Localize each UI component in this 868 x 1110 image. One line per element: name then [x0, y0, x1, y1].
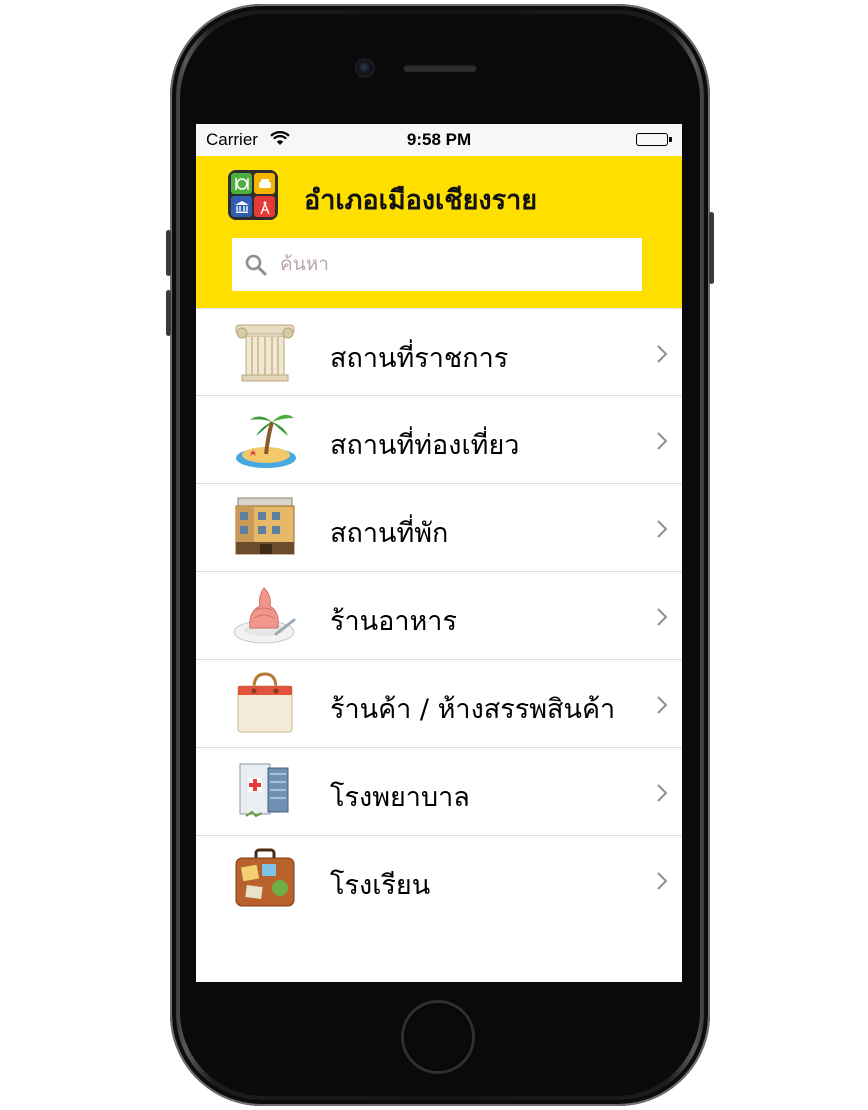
app-screen: Carrier 9:58 PM อำเภอเมืองเชียงราย ค้นหา… [196, 124, 682, 982]
chevron-right-icon [656, 783, 668, 807]
list-item-restaurants[interactable]: ร้านอาหาร [196, 572, 682, 660]
page-title: อำเภอเมืองเชียงราย [304, 185, 538, 216]
list-item-hospitals[interactable]: โรงพยาบาล [196, 748, 682, 836]
list-item-label: สถานที่ราชการ [330, 343, 509, 374]
list-item-label: โรงเรียน [330, 870, 431, 901]
government-column-icon [232, 319, 298, 385]
battery-icon [636, 133, 672, 146]
home-button[interactable] [404, 1003, 472, 1071]
list-item-label: ร้านอาหาร [330, 606, 457, 637]
chevron-right-icon [656, 519, 668, 543]
app-header: อำเภอเมืองเชียงราย [196, 156, 682, 308]
chevron-right-icon [656, 871, 668, 895]
list-item-government[interactable]: สถานที่ราชการ [196, 308, 682, 396]
list-item-accommodation[interactable]: สถานที่พัก [196, 484, 682, 572]
ice-cream-dish-icon [232, 582, 298, 648]
power-button [709, 212, 714, 284]
list-item-label: สถานที่ท่องเที่ยว [330, 430, 520, 461]
tower-tile-icon [254, 196, 275, 217]
earpiece-speaker [403, 64, 477, 72]
palm-island-icon [232, 406, 298, 472]
car-tile-icon [254, 173, 275, 194]
chevron-right-icon [656, 607, 668, 631]
search-icon [244, 253, 268, 281]
status-bar: Carrier 9:58 PM [196, 124, 682, 156]
category-list: สถานที่ราชการ สถานที่ท่องเที่ยว สถานที่พ… [196, 308, 682, 924]
front-camera [357, 60, 373, 76]
app-logo-icon [228, 170, 278, 220]
clock: 9:58 PM [406, 130, 472, 149]
search-input[interactable] [280, 246, 630, 282]
list-item-label: โรงพยาบาล [330, 782, 470, 813]
volume-down-button [166, 290, 171, 336]
chevron-right-icon [656, 695, 668, 719]
chevron-right-icon [656, 431, 668, 455]
search-bar[interactable] [232, 238, 642, 291]
restaurant-tile-icon [231, 173, 252, 194]
chevron-right-icon [656, 344, 668, 368]
list-item-label: ร้านค้า / ห้างสรรพสินค้า [330, 694, 616, 725]
hotel-building-icon [232, 494, 298, 560]
suitcase-icon [232, 846, 298, 912]
list-item-shops[interactable]: ร้านค้า / ห้างสรรพสินค้า [196, 660, 682, 748]
list-item-schools[interactable]: โรงเรียน [196, 836, 682, 924]
bank-tile-icon [231, 196, 252, 217]
list-item-label: สถานที่พัก [330, 518, 449, 549]
shopping-bag-icon [232, 670, 298, 736]
hospital-building-icon [232, 758, 298, 824]
volume-up-button [166, 230, 171, 276]
list-item-tourist-attractions[interactable]: สถานที่ท่องเที่ยว [196, 396, 682, 484]
